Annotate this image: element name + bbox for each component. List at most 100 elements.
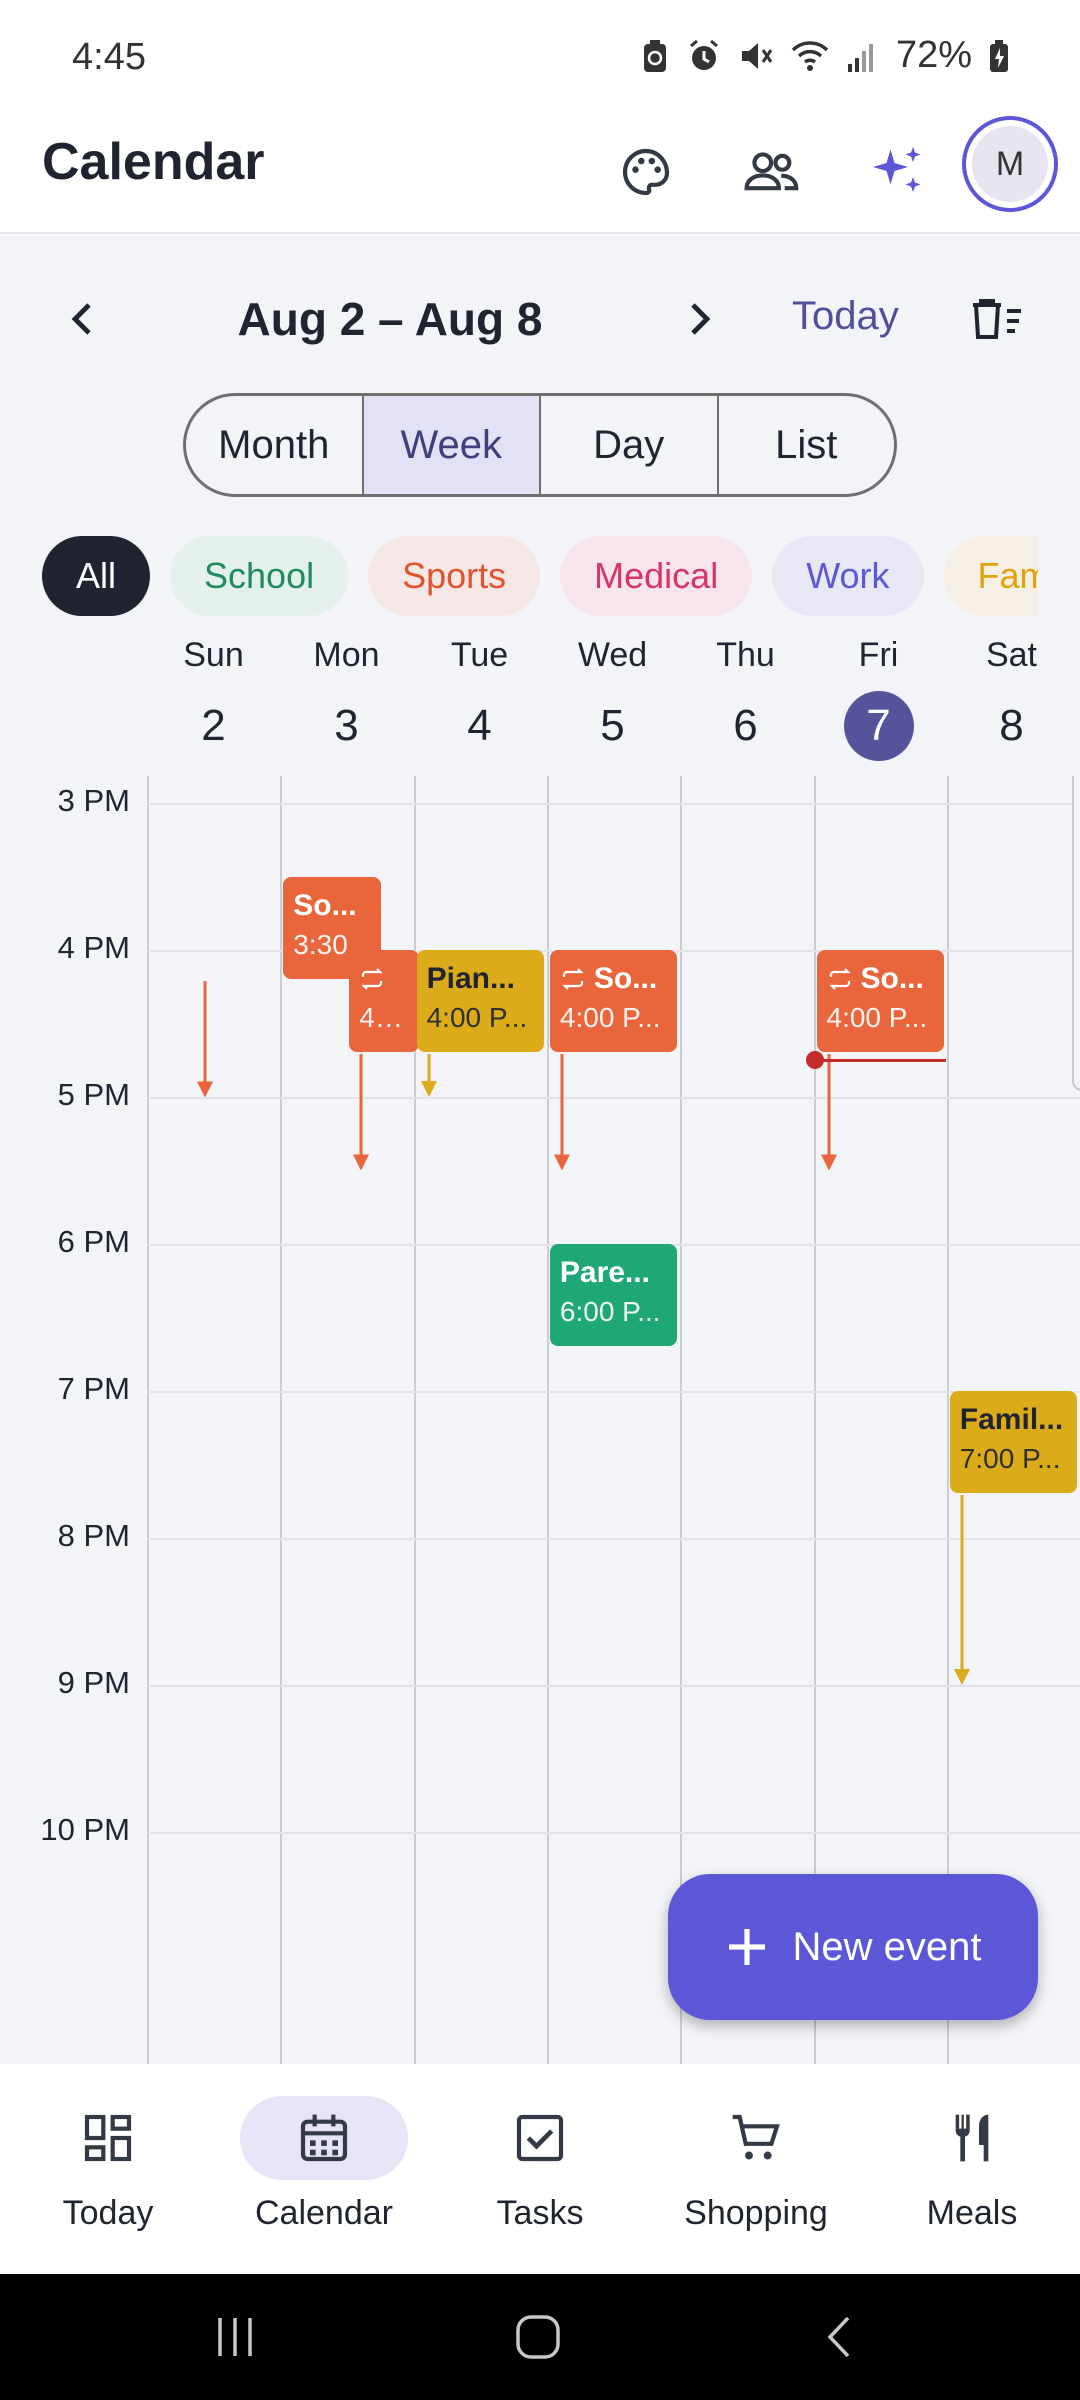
nav-meals-label: Meals (926, 2194, 1018, 2232)
battery-charging-icon (990, 39, 1008, 72)
new-event-label: New event (792, 1924, 982, 1969)
nav-calendar-label: Calendar (255, 2194, 393, 2232)
repeat-icon (562, 968, 584, 990)
event-title: Pare... (559, 1256, 650, 1289)
next-week-button[interactable] (664, 284, 734, 354)
day-header-wed[interactable]: Wed 5 (546, 636, 679, 761)
checkbox-icon (516, 2114, 564, 2162)
day-name: Tue (450, 636, 509, 674)
week-time-grid[interactable]: 2 PM3 PM4 PM5 PM6 PM7 PM8 PM9 PM10 PMSo.… (0, 776, 1080, 2064)
tab-week[interactable]: Week (363, 396, 541, 494)
calendar-event[interactable]: Pare... 6:00 P... (549, 1244, 678, 1346)
battery-percent: 72% (895, 34, 972, 76)
clear-events-button[interactable] (962, 284, 1032, 354)
hour-gridline (148, 1538, 1080, 1540)
filter-chip-medical[interactable]: Medical (560, 536, 753, 616)
nav-shopping-pill (672, 2096, 840, 2180)
tab-list[interactable]: List (719, 396, 895, 494)
nav-today-pill (24, 2096, 192, 2180)
alarm-icon (689, 39, 718, 70)
scroll-handle[interactable] (1072, 776, 1080, 1092)
day-name: Sun (183, 636, 244, 674)
hour-label: 7 PM (57, 1371, 130, 1406)
nav-tasks[interactable]: Tasks (432, 2064, 648, 2274)
day-column-divider (680, 776, 683, 2064)
event-duration-arrow (197, 980, 214, 1097)
avatar-initial: M (972, 126, 1048, 202)
calendar-event[interactable]: So... 4:00 P... (816, 950, 944, 1052)
nav-meals[interactable]: Meals (864, 2064, 1080, 2274)
nav-shopping-label: Shopping (684, 2194, 828, 2232)
day-column-divider (946, 776, 949, 2064)
filter-chip-work[interactable]: Work (772, 536, 924, 616)
event-time: 4:00 P... (426, 1002, 528, 1033)
calendar-event[interactable]: Famil... 7:00 P... (949, 1391, 1078, 1493)
day-column-divider (147, 776, 149, 2064)
new-event-button[interactable]: New event (668, 1874, 1038, 2020)
filter-chip-sports[interactable]: Sports (368, 536, 541, 616)
tab-day[interactable]: Day (541, 396, 719, 494)
hour-gridline (148, 803, 1080, 805)
home-icon[interactable] (510, 2312, 566, 2362)
day-header-tue[interactable]: Tue 4 (413, 636, 546, 761)
filter-chip-family[interactable]: Family (943, 536, 1038, 616)
day-header-mon[interactable]: Mon 3 (280, 636, 413, 761)
day-name: Wed (577, 636, 648, 674)
day-number: 2 (201, 701, 226, 750)
day-column-divider (546, 776, 549, 2064)
app-bar: Calendar M (0, 110, 1080, 234)
status-time: 4:45 (72, 36, 146, 78)
event-duration-arrow (820, 1054, 837, 1171)
day-name: Sat (985, 636, 1038, 674)
day-name: Fri (858, 636, 899, 674)
hour-gridline (148, 1685, 1080, 1687)
tab-month[interactable]: Month (186, 396, 364, 494)
signal-icon (847, 43, 873, 72)
nav-calendar[interactable]: Calendar (216, 2064, 432, 2274)
theme-button[interactable] (598, 124, 694, 220)
nav-shopping[interactable]: Shopping (648, 2064, 864, 2274)
event-time: 4:00 P... (559, 1002, 661, 1033)
nav-today[interactable]: Today (0, 2064, 216, 2274)
ai-assistant-button[interactable] (850, 124, 946, 220)
system-navigation-bar (0, 2274, 1080, 2400)
event-title: Pian... (426, 962, 515, 995)
day-header-sun[interactable]: Sun 2 (147, 636, 280, 761)
calendar-main: Aug 2 – Aug 8 Today Month Week Day List … (0, 236, 1080, 2064)
event-time: 6:00 P... (559, 1296, 661, 1327)
hour-gridline (148, 1391, 1080, 1393)
utensils-icon (955, 2114, 989, 2162)
data-saver-icon (643, 39, 666, 72)
filter-chip-all[interactable]: All (42, 536, 151, 616)
chevron-right-icon (691, 303, 711, 335)
calendar-event[interactable]: 4:00 (349, 950, 420, 1052)
hour-label: 8 PM (57, 1518, 130, 1553)
nav-tasks-label: Tasks (496, 2194, 584, 2232)
repeat-icon (361, 968, 383, 990)
sparkles-icon (873, 147, 921, 192)
palette-icon (622, 148, 670, 196)
chevron-left-icon (71, 303, 91, 335)
category-filter-row: AllSchoolSportsMedicalWorkFamily (42, 536, 1038, 620)
hour-gridline (148, 1832, 1080, 1834)
day-number-today: 7 (843, 691, 914, 761)
day-name: Thu (716, 636, 775, 674)
avatar[interactable]: M (962, 116, 1058, 212)
today-button[interactable]: Today (792, 294, 899, 339)
back-icon[interactable] (820, 2314, 860, 2360)
cart-icon (732, 2114, 780, 2160)
calendar-event[interactable]: So... 4:00 P... (549, 950, 678, 1052)
family-members-button[interactable] (724, 124, 820, 220)
previous-week-button[interactable] (48, 284, 118, 354)
calendar-event[interactable]: Pian... 4:00 P... (416, 950, 544, 1052)
day-header-fri[interactable]: Fri 7 (812, 636, 945, 761)
recent-apps-icon[interactable] (210, 2314, 260, 2360)
hour-label: 5 PM (57, 1077, 130, 1112)
filter-chip-school[interactable]: School (170, 536, 349, 616)
day-header-sat[interactable]: Sat 8 (945, 636, 1078, 761)
hour-label: 9 PM (57, 1665, 130, 1700)
day-header-thu[interactable]: Thu 6 (679, 636, 812, 761)
dashboard-icon (84, 2114, 132, 2162)
event-duration-arrow (420, 1054, 437, 1097)
nav-meals-pill (888, 2096, 1056, 2180)
